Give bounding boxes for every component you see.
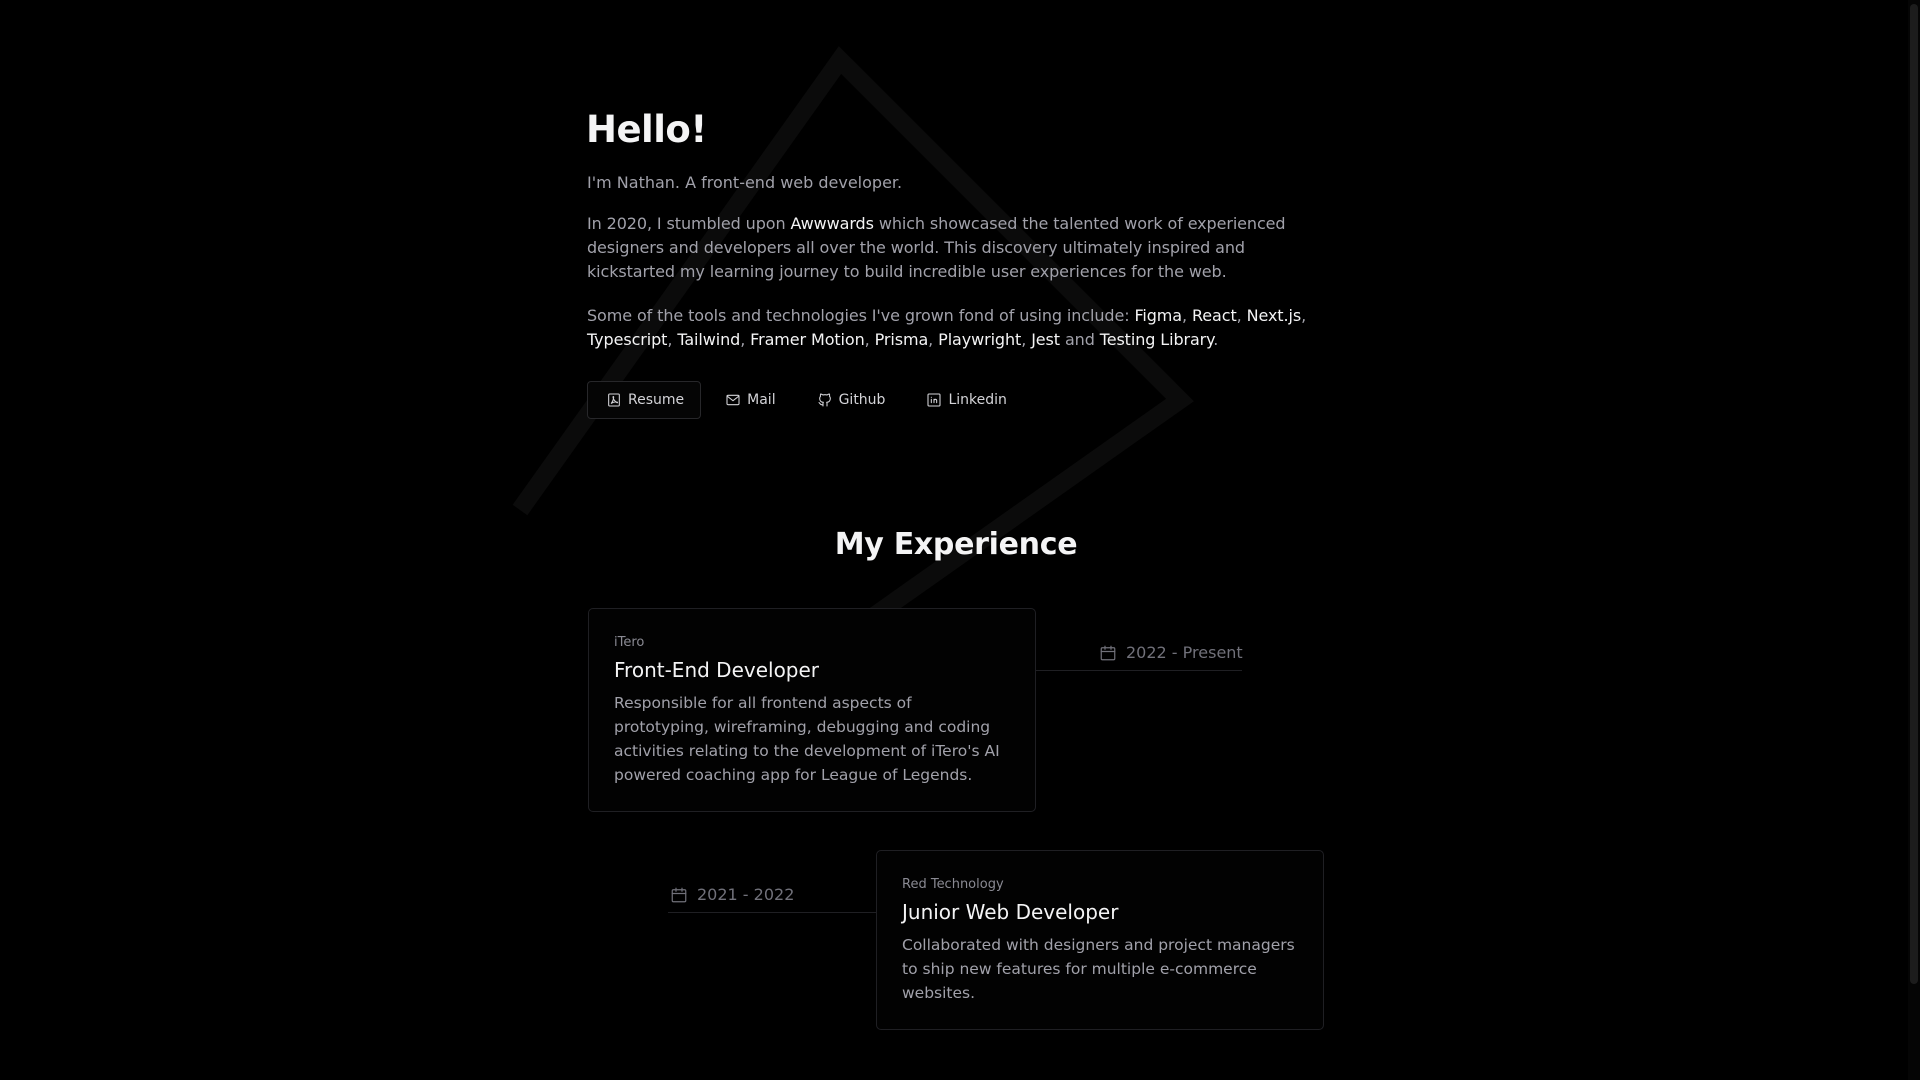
linkedin-link[interactable]: Linkedin (909, 381, 1023, 419)
resume-button[interactable]: Resume (587, 381, 702, 419)
tool-jest: Jest (1031, 330, 1060, 349)
tool-playwright: Playwright (938, 330, 1022, 349)
tool-nextjs: Next.js (1246, 306, 1302, 325)
experience-dates: 2021 - 2022 (670, 885, 794, 904)
scrollbar-thumb[interactable] (1910, 4, 1918, 984)
resume-label: Resume (628, 392, 685, 408)
experience-dates-text: 2021 - 2022 (697, 885, 795, 904)
intro-section: Hello! I'm Nathan. A front-end web devel… (586, 108, 1337, 419)
experience-company: iTero (614, 635, 645, 650)
experience-role: Front-End Developer (614, 658, 820, 682)
timeline-connector (1036, 670, 1242, 671)
mail-link[interactable]: Mail (708, 381, 792, 419)
experience-description: Collaborated with designers and project … (902, 936, 1295, 1002)
story-text-1: In 2020, I stumbled upon (587, 214, 791, 233)
linkedin-label: Linkedin (948, 392, 1007, 408)
experience-role: Junior Web Developer (902, 900, 1119, 924)
intro-tools: Some of the tools and technologies I've … (587, 306, 1307, 349)
calendar-icon (671, 887, 687, 902)
timeline-connector (668, 912, 878, 913)
tool-typescript: Typescript (587, 330, 668, 349)
social-links: Resume Mail Github Linkedin (587, 381, 1337, 419)
experience-title: My Experience (834, 527, 1078, 562)
pdf-file-icon (608, 393, 620, 407)
awwwards-link[interactable]: Awwwards (790, 214, 873, 233)
page: Hello! I'm Nathan. A front-end web devel… (0, 0, 1920, 1080)
tool-figma: Figma (1134, 306, 1183, 325)
calendar-icon (1100, 645, 1116, 660)
intro-tagline: I'm Nathan. A front-end web developer. (587, 173, 903, 192)
tool-react: React (1192, 306, 1237, 325)
linkedin-icon (927, 393, 941, 407)
tools-suffix: . (1213, 330, 1219, 349)
github-icon (818, 393, 831, 407)
experience-description: Responsible for all frontend aspects of … (614, 694, 1000, 784)
tool-tailwind: Tailwind (677, 330, 741, 349)
mail-label: Mail (747, 392, 776, 408)
tool-testing-library: Testing Library (1099, 330, 1214, 349)
experience-card-itero: iTero Front-End Developer Responsible fo… (588, 608, 1036, 812)
github-link[interactable]: Github (800, 381, 903, 419)
tools-prefix: Some of the tools and technologies I've … (587, 306, 1135, 325)
page-title: Hello! (586, 108, 707, 151)
github-label: Github (838, 392, 886, 408)
experience-company: Red Technology (902, 877, 1004, 892)
tool-prisma: Prisma (874, 330, 929, 349)
experience-dates: 2022 - Present (1099, 643, 1243, 662)
mail-icon (726, 394, 740, 406)
intro-story: In 2020, I stumbled upon Awwwards which … (587, 212, 1337, 284)
experience-dates-text: 2022 - Present (1126, 643, 1243, 662)
experience-card-red-technology: Red Technology Junior Web Developer Coll… (876, 850, 1324, 1030)
tool-framer-motion: Framer Motion (750, 330, 865, 349)
tools-and: and (1059, 330, 1100, 349)
